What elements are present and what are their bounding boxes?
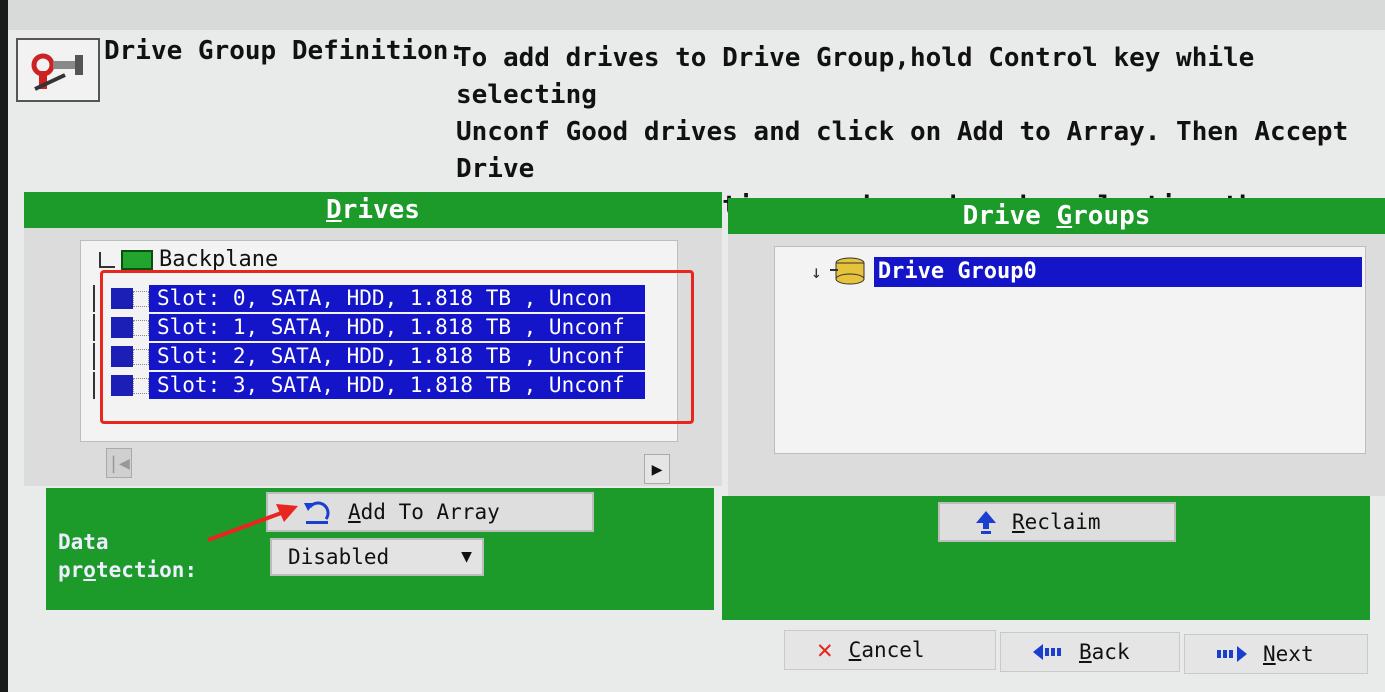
back-button[interactable]: Back: [1000, 632, 1180, 672]
scroll-right-icon: ▶: [651, 458, 663, 480]
backplane-icon: [121, 249, 153, 270]
wizard-tools-icon: [16, 38, 100, 102]
next-arrow-icon: [1217, 646, 1247, 662]
tree-branch-icon: ↓: [811, 261, 822, 283]
data-protection-value: Disabled: [288, 545, 390, 569]
scroll-left-icon: |◀: [108, 452, 130, 474]
drive-group-row[interactable]: ↓ Drive Group0: [811, 257, 1362, 287]
undo-arrow-icon: [304, 501, 330, 524]
data-protection-label: Data protection:: [58, 530, 198, 582]
backplane-label: Backplane: [159, 247, 279, 272]
drive-groups-panel-header: Drive Groups: [728, 198, 1385, 234]
close-icon: ✕: [817, 635, 833, 665]
add-to-array-button[interactable]: Add To Array: [266, 492, 594, 532]
reclaim-label: Reclaim: [1012, 510, 1101, 534]
drive-group-label: Drive Group0: [873, 257, 1362, 287]
annotation-arrow-icon: [207, 504, 298, 542]
page-title: Drive Group Definition:: [104, 36, 465, 66]
drive-groups-tree[interactable]: ↓ Drive Group0: [774, 246, 1366, 454]
drives-panel-header: Drives: [24, 192, 722, 228]
screen: Drive Group Definition: To add drives to…: [8, 0, 1385, 692]
annotation-highlight-box: [100, 270, 694, 424]
next-label: Next: [1263, 642, 1314, 666]
add-to-array-label: Add To Array: [348, 500, 500, 524]
scroll-left-button[interactable]: |◀: [106, 448, 132, 478]
reclaim-button[interactable]: Reclaim: [938, 502, 1176, 542]
drive-groups-list-area: ↓ Drive Group0: [728, 234, 1385, 496]
back-arrow-icon: [1033, 644, 1061, 660]
next-button[interactable]: Next: [1184, 634, 1368, 674]
back-label: Back: [1079, 640, 1130, 664]
backplane-node[interactable]: Backplane: [99, 247, 278, 272]
up-arrow-icon: [976, 511, 996, 534]
groups-actions-panel: Reclaim: [722, 496, 1370, 620]
drives-actions-panel: Add To Array Data protection: Disabled ▼: [46, 488, 714, 610]
top-bar: [8, 0, 1385, 30]
cancel-label: Cancel: [848, 638, 925, 662]
scroll-right-button[interactable]: ▶: [644, 454, 670, 484]
database-icon: [829, 257, 865, 285]
tree-branch-icon: [99, 251, 115, 268]
cancel-button[interactable]: ✕ Cancel: [784, 630, 996, 670]
chevron-down-icon: ▼: [461, 546, 472, 567]
